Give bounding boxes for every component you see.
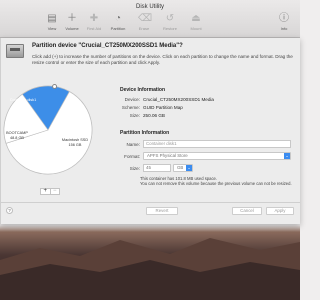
chevron-down-icon: ⌄: [284, 153, 290, 159]
apply-button[interactable]: Apply: [266, 207, 294, 215]
toolbar-restore-button[interactable]: ↺ Restore: [156, 13, 184, 31]
toolbar-erase-button[interactable]: ⌫ Erase: [130, 13, 158, 31]
partition-size-field[interactable]: 45: [143, 164, 171, 172]
info-icon: ⓘ: [279, 13, 289, 24]
sheet-title: Partition device "Crucial_CT250MX200SSD1…: [32, 43, 183, 49]
toolbar-label: Partition: [110, 26, 126, 31]
format-select-value: APFS Physical Store: [147, 153, 188, 158]
toolbar-label: Restore: [162, 26, 177, 31]
partition-note: This container has 101.8 MB used space. …: [140, 176, 292, 186]
restore-icon: ↺: [165, 13, 175, 24]
remove-partition-button[interactable]: −: [49, 188, 60, 194]
window-title: Disk Utility: [136, 4, 164, 10]
sheet-divider: [0, 202, 300, 203]
sheet-subtitle: Click add (+) to increase the number of …: [32, 54, 293, 65]
partition-sheet: Partition device "Crucial_CT250MX200SSD1…: [0, 38, 300, 224]
window-toolbar: Disk Utility ▤ View ＋ Volume ✚ First Aid ◔ Part…: [0, 0, 300, 38]
cancel-button[interactable]: Cancel: [232, 207, 262, 215]
pie-slice-size: 156 GB: [68, 143, 82, 147]
mountain-wallpaper: [0, 238, 300, 300]
add-partition-button[interactable]: +: [41, 188, 50, 194]
device-size-label: Size:: [129, 113, 140, 118]
pie-label-macintosh: Macintosh SSD 156 GB: [60, 138, 90, 148]
pie-label-bootcamp: BOOTCAMP 48.8 GB: [5, 131, 29, 141]
device-size-value: 250.06 GB: [143, 113, 165, 118]
note-line-2: You can not remove this volume because t…: [140, 181, 292, 187]
toolbar-label: Erase: [138, 26, 150, 31]
format-select[interactable]: APFS Physical Store ⌄: [143, 152, 291, 160]
pie-label-container: Container disk1 45 GB: [8, 98, 38, 108]
device-info-heading: Device Information: [120, 87, 166, 93]
view-icon: ▤: [47, 13, 57, 24]
toolbar-mount-button[interactable]: ⏏ Mount: [182, 13, 210, 31]
toolbar-label: Mount: [190, 26, 202, 31]
partition-name-field[interactable]: Container disk1: [143, 140, 291, 148]
window-edge: [0, 38, 1, 224]
first-aid-icon: ✚: [89, 13, 99, 24]
scheme-label: Scheme:: [121, 105, 140, 110]
size-unit-select[interactable]: GB ⌄: [173, 164, 193, 172]
mount-icon: ⏏: [191, 13, 201, 24]
format-label: Format:: [124, 154, 140, 159]
erase-icon: ⌫: [138, 13, 153, 24]
name-label: Name:: [126, 142, 140, 147]
partition-size-label: Size:: [129, 166, 140, 171]
device-value: Crucial_CT250MX200SSD1 Media: [143, 97, 214, 102]
add-remove-partition-buttons: + −: [40, 188, 60, 195]
pie-slice-size: 45 GB: [17, 103, 29, 107]
partition-icon: ◔: [114, 13, 122, 24]
pie-slice-size: 48.8 GB: [10, 136, 24, 140]
volume-icon: ＋: [67, 13, 77, 24]
device-label: Device:: [124, 97, 140, 102]
chevron-down-icon: ⌄: [186, 165, 192, 171]
size-unit-value: GB: [177, 165, 184, 170]
toolbar-partition-button[interactable]: ◔ Partition: [104, 13, 132, 31]
toolbar-label: Info: [280, 26, 288, 31]
partition-info-heading: Partition Information: [120, 130, 170, 136]
resize-handle[interactable]: [52, 83, 58, 89]
toolbar-info-button[interactable]: ⓘ Info: [270, 13, 298, 31]
revert-button[interactable]: Revert: [146, 207, 178, 215]
help-button[interactable]: ?: [6, 207, 13, 214]
partition-pie[interactable]: Container disk1 45 GB Macintosh SSD 156 …: [2, 78, 98, 198]
scheme-value: GUID Partition Map: [143, 105, 183, 110]
disk-icon: [6, 44, 24, 58]
